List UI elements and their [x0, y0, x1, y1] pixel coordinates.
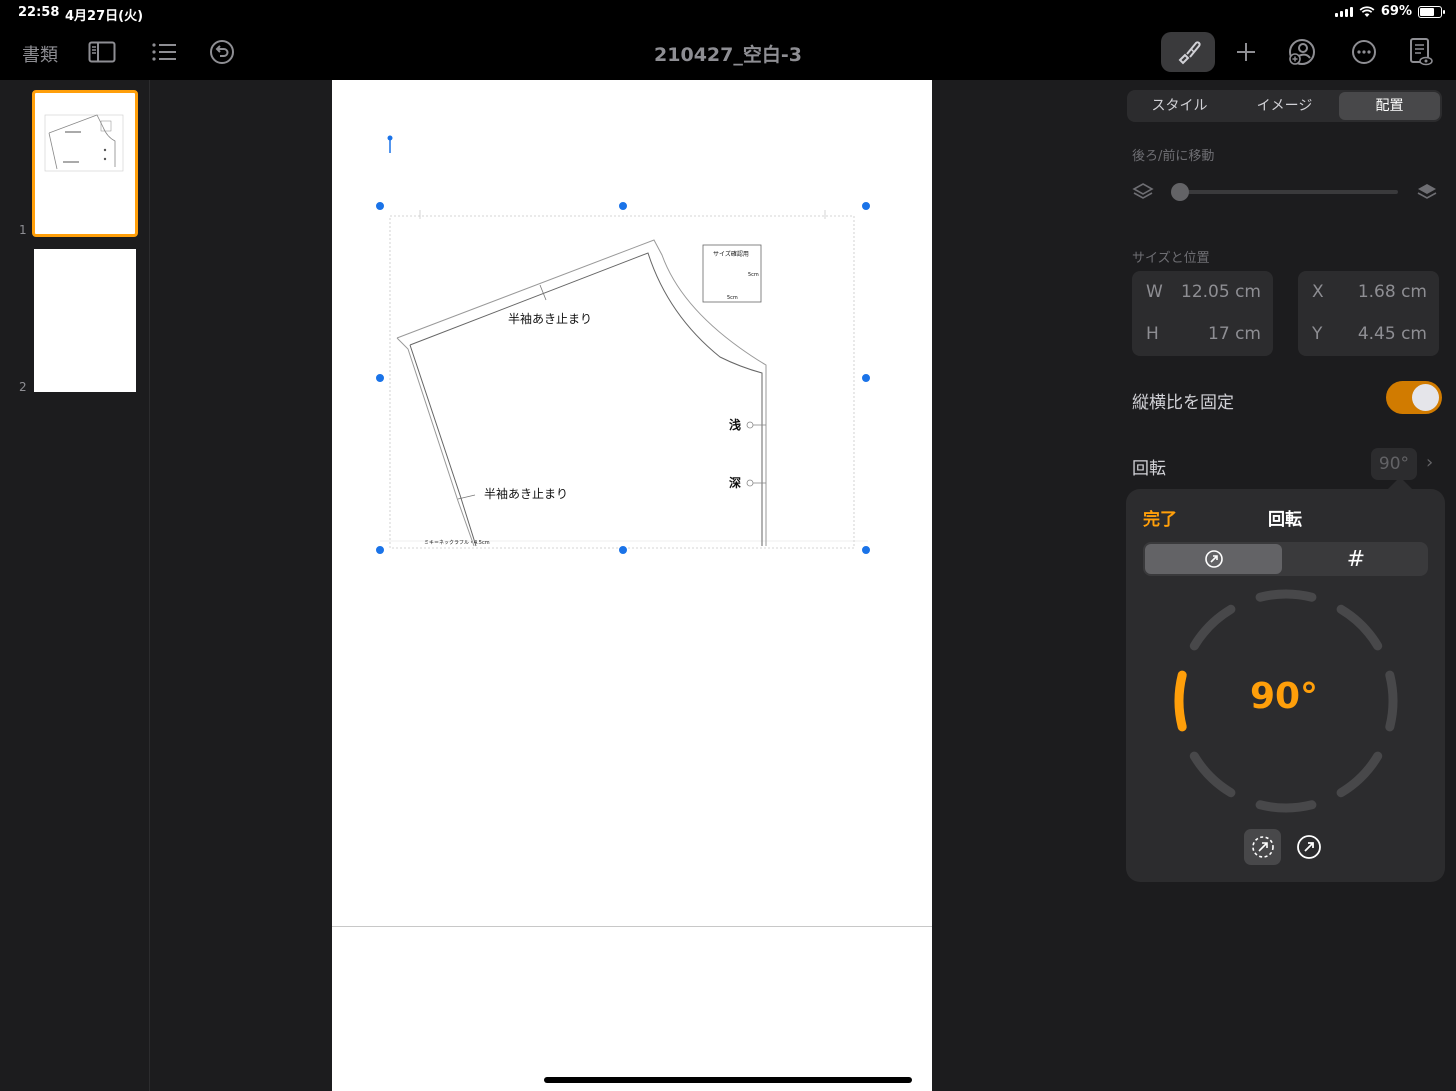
dial-segment: [1255, 800, 1317, 813]
dial-segment: [1255, 589, 1317, 602]
battery-percent: 69%: [1380, 4, 1412, 19]
popover-title: 回転: [1268, 510, 1302, 530]
wifi-icon: [1359, 5, 1375, 17]
document-title[interactable]: 210427_空白-3: [628, 40, 828, 67]
paintbrush-icon[interactable]: [1172, 36, 1204, 68]
chevron-right-icon[interactable]: ›: [1426, 452, 1433, 473]
text-cursor-icon: [387, 135, 393, 153]
dial-segment: [1189, 604, 1236, 651]
rotate-right-icon: [1296, 835, 1321, 859]
dial-active-arc: [1174, 670, 1187, 732]
document-view-icon[interactable]: [1404, 36, 1436, 68]
page-number-2: 2: [19, 380, 27, 394]
rotate-clockwise-button[interactable]: [1290, 829, 1327, 865]
width-key: W: [1146, 282, 1163, 302]
tab-style[interactable]: スタイル: [1129, 92, 1230, 120]
page-thumbnail-1-preview: [44, 114, 124, 172]
tab-image[interactable]: イメージ: [1234, 92, 1335, 120]
sidebar-toggle-icon[interactable]: [86, 36, 118, 68]
pattern-label-deep: 深: [729, 475, 741, 490]
list-view-icon[interactable]: [148, 36, 180, 68]
documents-button[interactable]: 書類: [22, 41, 58, 67]
pattern-label-shallow: 浅: [729, 417, 741, 432]
more-icon[interactable]: [1348, 36, 1380, 68]
resize-handle-top-left[interactable]: [375, 201, 385, 211]
rotation-label: 回転: [1132, 459, 1166, 479]
inspector-tabs: スタイル イメージ 配置: [1127, 90, 1442, 122]
layer-order-label: 後ろ/前に移動: [1132, 149, 1215, 164]
size-check-width: 5cm: [727, 295, 738, 301]
toggle-knob: [1412, 384, 1439, 411]
x-field[interactable]: X 1.68 cm: [1298, 271, 1439, 313]
rotation-value[interactable]: 90°: [1371, 448, 1417, 480]
top-bar: 22:58 4月27日(火) 69% 書類 210427_空白-3: [0, 0, 1456, 80]
pattern-label-sleeve-top: 半袖あき止まり: [508, 311, 592, 326]
dial-segment: [1336, 751, 1383, 798]
status-date: 4月27日(火): [65, 9, 144, 24]
tab-arrange[interactable]: 配置: [1339, 92, 1440, 120]
height-key: H: [1146, 324, 1159, 344]
size-check-height: 5cm: [748, 272, 759, 278]
width-field[interactable]: W 12.05 cm: [1132, 271, 1273, 313]
rotate-left-icon: [1251, 836, 1274, 858]
height-value: 17 cm: [1208, 324, 1261, 344]
page-thumbnail-1[interactable]: [32, 90, 138, 237]
y-value: 4.45 cm: [1357, 324, 1427, 344]
status-time: 22:58: [18, 5, 60, 20]
dial-segment: [1189, 751, 1236, 798]
page-divider: [332, 926, 932, 927]
home-indicator[interactable]: [544, 1077, 912, 1083]
resize-handle-bottom-right[interactable]: [861, 545, 871, 555]
resize-handle-right[interactable]: [861, 373, 871, 383]
pattern-label-sleeve-bottom: 半袖あき止まり: [484, 486, 568, 501]
undo-icon[interactable]: [206, 36, 238, 68]
battery-icon: [1418, 5, 1445, 18]
size-check-title: サイズ確認用: [713, 250, 749, 258]
page-number-1: 1: [19, 223, 27, 237]
collaborate-icon[interactable]: [1286, 36, 1318, 68]
cellular-signal-icon: [1334, 6, 1353, 17]
resize-handle-left[interactable]: [375, 373, 385, 383]
size-position-label: サイズと位置: [1132, 251, 1210, 266]
resize-handle-bottom[interactable]: [618, 545, 628, 555]
dial-segment: [1385, 670, 1398, 732]
rotate-counterclockwise-button[interactable]: [1244, 829, 1281, 865]
add-icon[interactable]: [1230, 36, 1262, 68]
resize-handle-bottom-left[interactable]: [375, 545, 385, 555]
rotate-mode-segment: #: [1143, 542, 1428, 576]
rotate-dial-icon: [1204, 550, 1223, 568]
height-field[interactable]: H 17 cm: [1132, 313, 1273, 355]
lock-aspect-label: 縦横比を固定: [1132, 393, 1234, 413]
numeric-mode-tab[interactable]: #: [1286, 544, 1426, 574]
dial-value: 90°: [1249, 676, 1319, 717]
dial-segment: [1336, 604, 1383, 651]
send-backward-icon[interactable]: [1132, 181, 1154, 203]
bring-forward-icon[interactable]: [1416, 181, 1438, 203]
page-thumbnail-2[interactable]: [34, 249, 136, 392]
resize-handle-top[interactable]: [618, 201, 628, 211]
layer-order-slider-knob[interactable]: [1171, 183, 1189, 201]
done-button[interactable]: 完了: [1143, 505, 1177, 530]
lock-aspect-toggle[interactable]: [1386, 381, 1442, 414]
dial-mode-tab[interactable]: [1145, 544, 1282, 574]
status-indicators: 69%: [1334, 4, 1445, 19]
size-fields: W 12.05 cm H 17 cm: [1132, 271, 1273, 356]
pattern-footer-note: ミキ＝ネックラフル・4.5cm: [424, 540, 490, 546]
x-key: X: [1312, 282, 1324, 302]
y-key: Y: [1312, 324, 1323, 344]
width-value: 12.05 cm: [1181, 282, 1261, 302]
layer-order-slider[interactable]: [1180, 190, 1398, 194]
x-value: 1.68 cm: [1357, 282, 1427, 302]
sewing-pattern-image[interactable]: 半袖あき止まり 半袖あき止まり 浅 深 サイズ確認用 5cm 5cm ミキ＝ネッ…: [380, 205, 868, 552]
resize-handle-top-right[interactable]: [861, 201, 871, 211]
y-field[interactable]: Y 4.45 cm: [1298, 313, 1439, 355]
position-fields: X 1.68 cm Y 4.45 cm: [1298, 271, 1439, 356]
